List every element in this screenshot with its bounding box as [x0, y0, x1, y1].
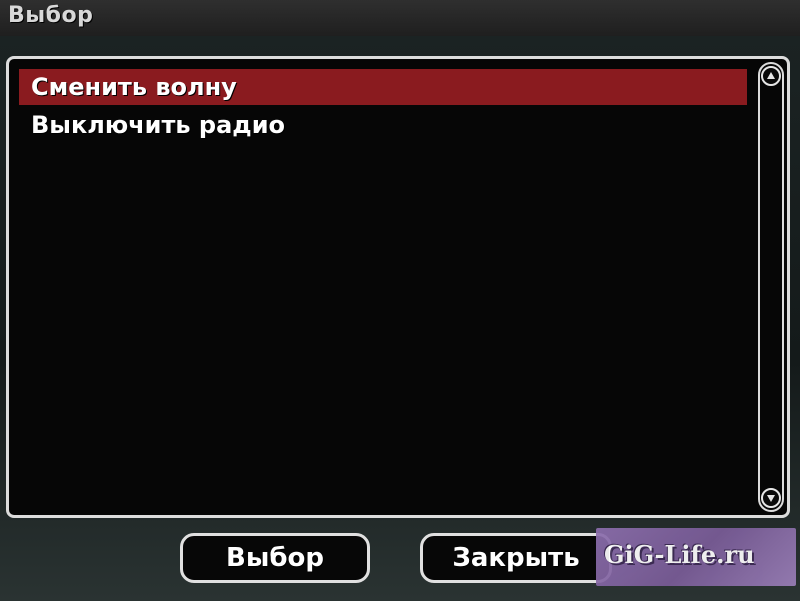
scroll-down-button[interactable] — [761, 488, 781, 508]
close-button[interactable]: Закрыть — [420, 533, 612, 583]
options-list-panel: Сменить волну Выключить радио — [6, 56, 790, 518]
chevron-down-icon — [767, 495, 775, 502]
list-item-turn-off-radio[interactable]: Выключить радио — [19, 107, 747, 143]
select-button[interactable]: Выбор — [180, 533, 370, 583]
watermark-logo: GiG-Life.ru — [596, 528, 796, 586]
options-list: Сменить волну Выключить радио — [9, 59, 759, 515]
list-item-change-wave[interactable]: Сменить волну — [19, 69, 747, 105]
chevron-up-icon — [767, 72, 775, 79]
list-scrollbar[interactable] — [758, 62, 784, 512]
dialog-title-bar: Выбор — [0, 0, 800, 36]
watermark-text: GiG-Life.ru — [604, 540, 755, 569]
scroll-up-button[interactable] — [761, 66, 781, 86]
dialog-title: Выбор — [8, 3, 94, 28]
